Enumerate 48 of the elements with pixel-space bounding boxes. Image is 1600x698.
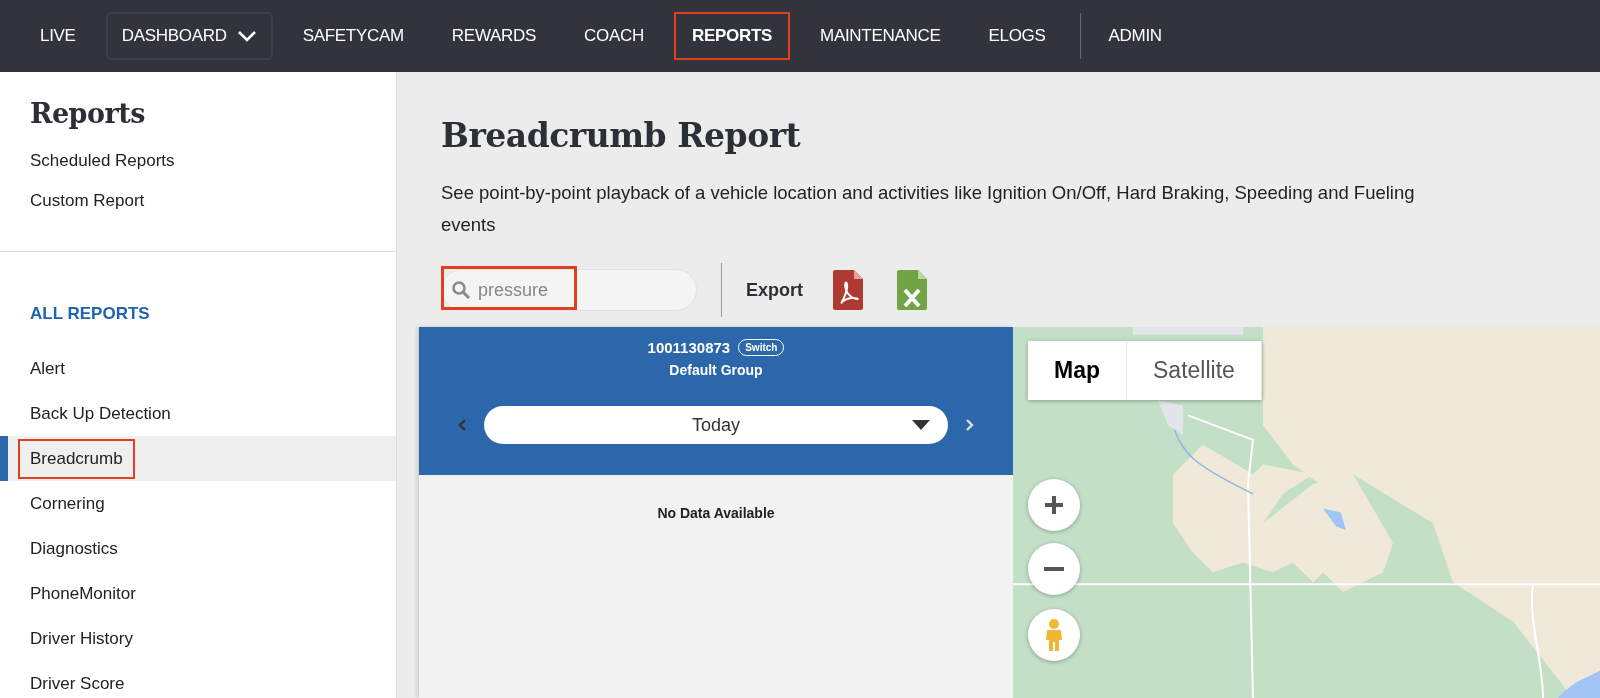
spreadsheet-file-icon[interactable] (897, 270, 927, 310)
sidebar-item-label: Diagnostics (29, 537, 119, 560)
search-icon (451, 280, 471, 300)
sidebar-item-label: Alert (29, 357, 66, 380)
page-title: Breadcrumb Report (440, 115, 802, 155)
sidebar-item[interactable]: Cornering (0, 481, 396, 526)
sidebar-item[interactable]: Driver History (0, 616, 396, 661)
map-type-button[interactable]: Map (1028, 341, 1127, 400)
page-description: See point-by-point playback of a vehicle location and activities like Ignition On/Off, Hard Braking, Speeding and Fueling events (441, 181, 1416, 237)
nav-tab[interactable]: MAINTENANCE (802, 12, 959, 60)
caret-down-icon (912, 420, 930, 430)
nav-tab[interactable]: ADMIN (1090, 12, 1180, 60)
sidebar-item-label: Back Up Detection (29, 402, 172, 425)
sidebar-item[interactable]: Diagnostics (0, 526, 396, 571)
sidebar-item[interactable]: Breadcrumb (0, 436, 396, 481)
nav-tab[interactable]: COACH (566, 12, 662, 60)
plus-icon (1043, 494, 1065, 516)
minus-icon (1044, 567, 1064, 571)
date-range-dropdown[interactable]: Today (484, 406, 948, 444)
person-icon (1044, 618, 1064, 652)
sidebar-item-label: Driver Score (29, 672, 126, 695)
group-name: Default Group (669, 362, 763, 378)
sidebar-item[interactable]: Back Up Detection (0, 391, 396, 436)
sidebar-link[interactable]: Scheduled Reports (0, 141, 396, 181)
sidebar-item[interactable]: Alert (0, 346, 396, 391)
nav-tab[interactable]: SAFETYCAM (284, 12, 422, 60)
empty-message: No Data Available (656, 505, 776, 521)
nav-tab[interactable]: LIVE (22, 12, 94, 60)
sidebar-item-label: Breadcrumb (18, 438, 135, 479)
pdf-file-icon[interactable] (833, 270, 863, 310)
section-heading: ALL REPORTS (29, 304, 151, 325)
export-label: Export (746, 279, 803, 301)
sidebar-link[interactable]: Custom Report (0, 181, 396, 221)
sidebar-item[interactable]: Driver Score (0, 661, 396, 698)
sidebar-title: Reports (29, 97, 146, 131)
sidebar-item-label: PhoneMonitor (29, 582, 137, 605)
vehicle-id: 1001130873 (647, 339, 731, 356)
nav-tab[interactable]: REWARDS (433, 12, 555, 60)
chevron-left-icon (458, 418, 468, 432)
nav-tab[interactable]: DASHBOARD (105, 12, 273, 60)
sidebar-item-label: Driver History (29, 627, 134, 650)
chevron-down-icon (236, 30, 257, 42)
sidebar-item-label: Cornering (29, 492, 106, 515)
sidebar-item[interactable]: PhoneMonitor (0, 571, 396, 616)
map-type-button[interactable]: Satellite (1127, 341, 1262, 400)
nav-tab[interactable]: ELOGS (970, 12, 1064, 60)
nav-tab[interactable]: REPORTS (673, 12, 790, 60)
chevron-right-icon (964, 418, 974, 432)
